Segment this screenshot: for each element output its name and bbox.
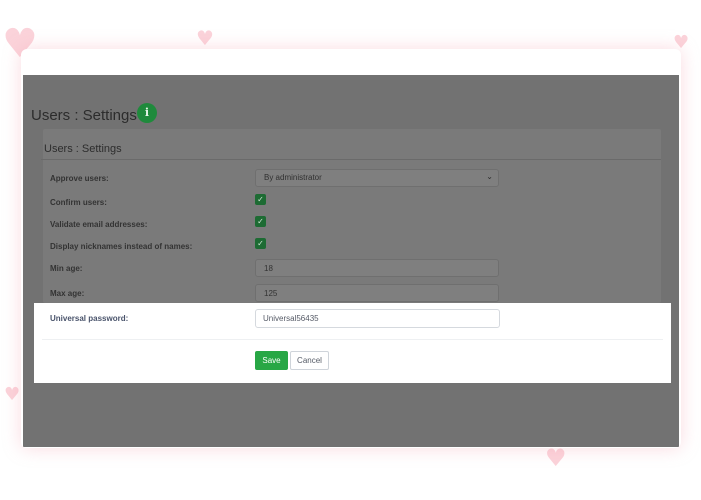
min-age-input[interactable]: 18: [255, 259, 499, 277]
display-nicknames-label: Display nicknames instead of names:: [50, 242, 193, 251]
approve-users-value: By administrator: [264, 173, 322, 182]
browser-window: Users : Settings i Users : Settings Appr…: [21, 49, 681, 448]
highlighted-section: Universal password: Universal56435 Save …: [34, 303, 671, 383]
approve-users-label: Approve users:: [50, 174, 109, 183]
confirm-users-label: Confirm users:: [50, 198, 107, 207]
panel-divider: [41, 159, 661, 160]
validate-email-label: Validate email addresses:: [50, 220, 148, 229]
info-icon[interactable]: i: [137, 103, 157, 123]
heart-decoration: ♥: [196, 26, 214, 50]
max-age-input[interactable]: 125: [255, 284, 499, 302]
universal-password-label: Universal password:: [50, 314, 129, 323]
panel-header: Users : Settings: [44, 143, 122, 155]
max-age-label: Max age:: [50, 289, 85, 298]
confirm-users-checkbox[interactable]: ✓: [255, 194, 266, 205]
modal-overlay: Users : Settings i Users : Settings Appr…: [23, 75, 679, 447]
chevron-down-icon: ⌄: [486, 172, 493, 181]
form-divider: [42, 339, 663, 340]
save-button[interactable]: Save: [255, 351, 288, 370]
validate-email-checkbox[interactable]: ✓: [255, 216, 266, 227]
display-nicknames-checkbox[interactable]: ✓: [255, 238, 266, 249]
cancel-button[interactable]: Cancel: [290, 351, 329, 370]
heart-decoration: ♥: [4, 384, 21, 405]
min-age-label: Min age:: [50, 264, 83, 273]
approve-users-select[interactable]: By administrator ⌄: [255, 169, 499, 187]
universal-password-input[interactable]: Universal56435: [255, 309, 500, 328]
heart-decoration: ♥: [545, 444, 567, 472]
page-title: Users : Settings: [31, 107, 137, 124]
